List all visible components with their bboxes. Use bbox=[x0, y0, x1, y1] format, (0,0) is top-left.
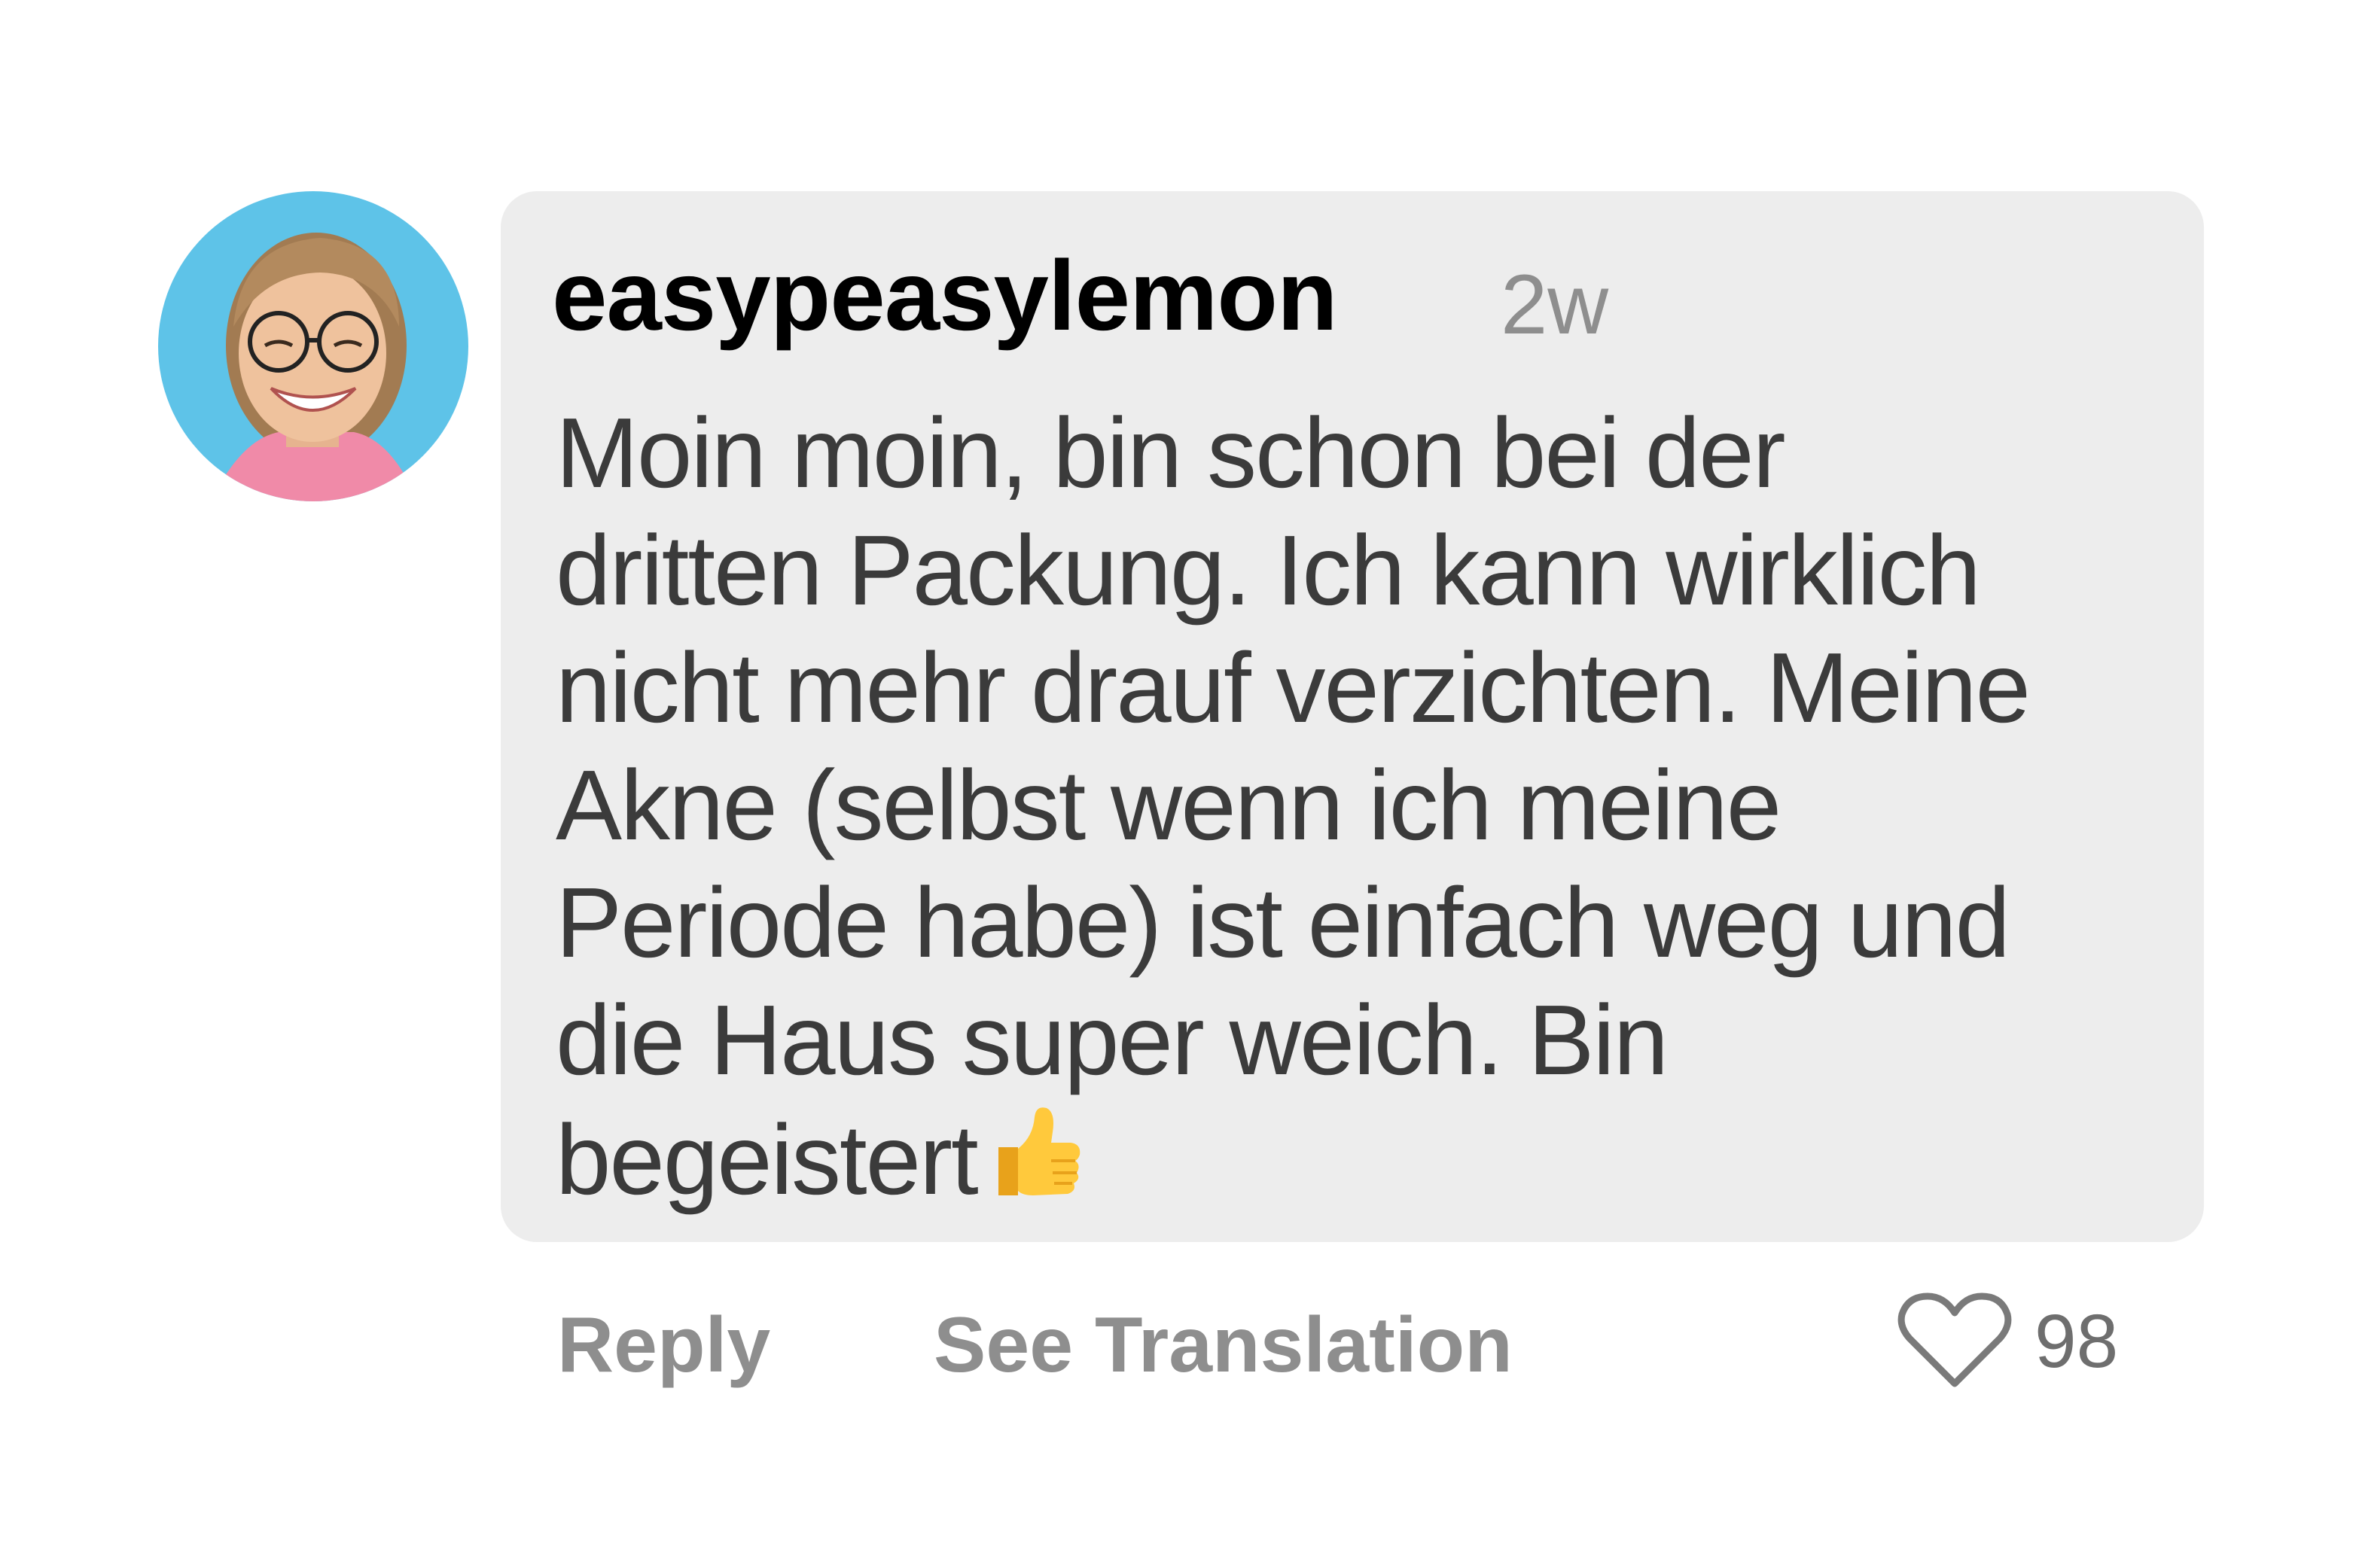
comment-line: die Haus super weich. Bin bbox=[556, 985, 1669, 1095]
thumbs-up-emoji-icon bbox=[980, 1099, 1086, 1204]
comment-line: dritten Packung. Ich kann wirklich bbox=[556, 515, 1981, 626]
avatar[interactable] bbox=[158, 191, 468, 501]
see-translation-button[interactable]: See Translation bbox=[934, 1296, 1513, 1394]
comment-timestamp: 2w bbox=[1501, 257, 1609, 352]
comment-line: Periode habe) ist einfach weg und bbox=[556, 867, 2010, 978]
avatar-portrait-image bbox=[158, 191, 468, 501]
reply-button[interactable]: Reply bbox=[557, 1296, 770, 1394]
comment-line-last: begeistert bbox=[556, 1099, 2167, 1219]
comment-username[interactable]: easypeasylemon bbox=[552, 239, 1338, 352]
comment-line-text: begeistert bbox=[556, 1104, 979, 1215]
like-count: 98 bbox=[2034, 1299, 2119, 1384]
heart-icon[interactable] bbox=[1897, 1292, 2012, 1390]
comment-line: nicht mehr drauf verzichten. Meine bbox=[556, 632, 2031, 743]
comment-line: Moin moin, bin schon bei der bbox=[556, 397, 1786, 508]
comment-body: Moin moin, bin schon bei der dritten Pac… bbox=[556, 394, 2167, 1219]
comment-line: Akne (selbst wenn ich meine bbox=[556, 750, 1782, 860]
